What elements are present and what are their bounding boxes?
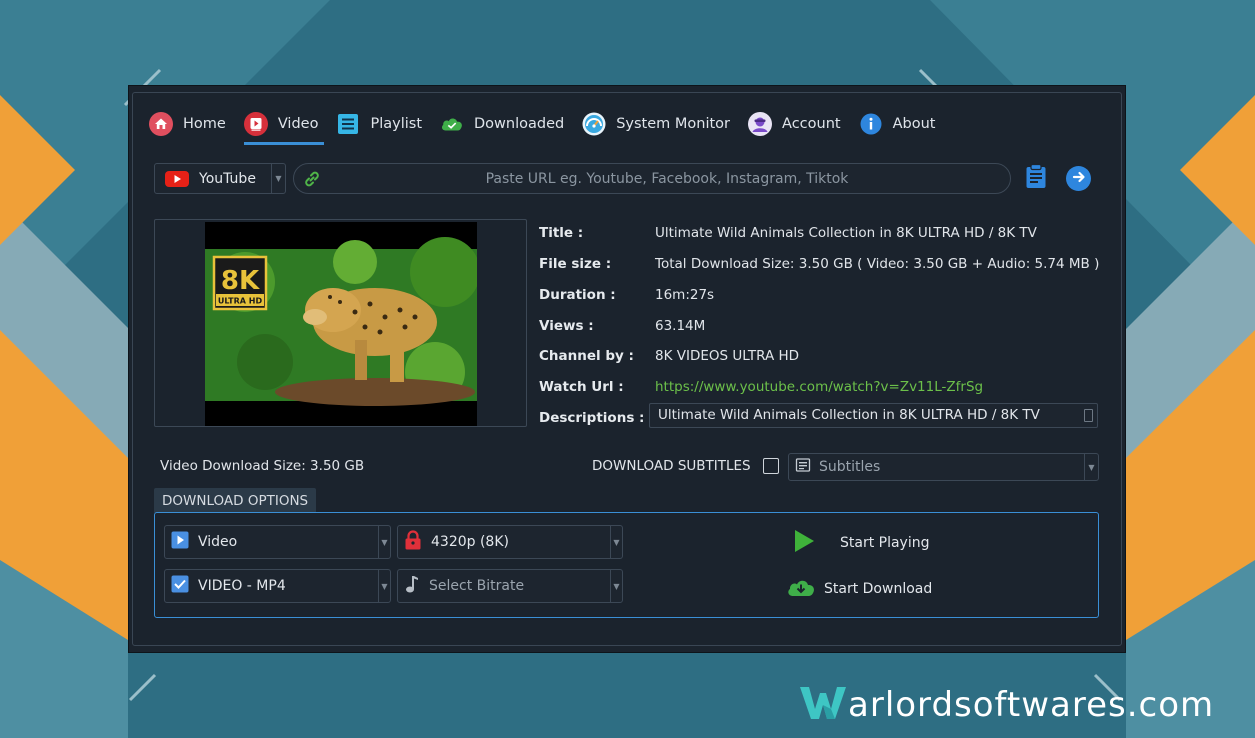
- cloud-icon: [440, 112, 464, 136]
- info-url-row: Watch Url : https://www.youtube.com/watc…: [539, 376, 983, 398]
- nav-downloaded[interactable]: Downloaded: [440, 107, 564, 141]
- nav-playlist[interactable]: Playlist: [336, 107, 422, 141]
- chevron-down-icon[interactable]: ▼: [271, 164, 285, 193]
- subtitles-checkbox[interactable]: [763, 458, 779, 474]
- nav-system-monitor[interactable]: System Monitor: [582, 107, 730, 141]
- resolution-select[interactable]: 4320p (8K) ▼: [397, 525, 623, 559]
- app-frame: Home Video Playlist Downloaded System Mo…: [132, 92, 1122, 646]
- badge-8k-text: 8K: [221, 266, 260, 296]
- start-playing-label: Start Playing: [840, 535, 930, 551]
- arrow-right-icon: [1072, 169, 1086, 188]
- size-value: Total Download Size: 3.50 GB ( Video: 3.…: [655, 256, 1100, 272]
- subtitles-label: DOWNLOAD SUBTITLES: [592, 458, 751, 474]
- desc-key: Descriptions :: [539, 410, 645, 426]
- chevron-down-icon[interactable]: ▼: [1084, 454, 1098, 480]
- duration-value: 16m:27s: [655, 287, 715, 303]
- scroll-icon[interactable]: [1084, 409, 1093, 422]
- chevron-down-icon[interactable]: ▼: [378, 526, 390, 558]
- play-icon: [792, 529, 816, 557]
- music-note-icon: [404, 574, 420, 598]
- title-key: Title :: [539, 225, 584, 241]
- info-title-row: Title : Ultimate Wild Animals Collection…: [539, 222, 1037, 244]
- bitrate-label: Select Bitrate: [429, 578, 525, 594]
- video-icon: [243, 112, 268, 136]
- nav-home-label: Home: [183, 116, 226, 132]
- watermark-logo: arlordsoftwares.com: [800, 684, 1214, 726]
- title-value: Ultimate Wild Animals Collection in 8K U…: [655, 225, 1037, 241]
- subtitles-icon: [795, 457, 811, 477]
- watch-url-link[interactable]: https://www.youtube.com/watch?v=Zv11L-Zf…: [655, 379, 983, 395]
- description-text: Ultimate Wild Animals Collection in 8K U…: [658, 407, 1040, 423]
- channel-key: Channel by :: [539, 348, 634, 364]
- info-duration-row: Duration : 16m:27s: [539, 284, 714, 306]
- media-type-select[interactable]: Video ▼: [164, 525, 391, 559]
- go-button[interactable]: [1066, 166, 1091, 191]
- video-thumbnail: 8K ULTRA HD: [205, 222, 477, 426]
- info-channel-row: Channel by : 8K VIDEOS ULTRA HD: [539, 345, 799, 367]
- subtitles-select-label: Subtitles: [819, 459, 881, 475]
- app-window: Home Video Playlist Downloaded System Mo…: [128, 85, 1126, 653]
- link-icon: [302, 169, 322, 193]
- format-label: VIDEO - MP4: [198, 578, 286, 594]
- bitrate-select[interactable]: Select Bitrate ▼: [397, 569, 623, 603]
- nav-about-label: About: [892, 116, 936, 132]
- badge-ultrahd-text: ULTRA HD: [218, 297, 263, 306]
- playlist-icon: [336, 112, 360, 136]
- download-options-panel: Video ▼ 4320p (8K) ▼ VIDEO - MP4 ▼ Selec…: [154, 512, 1099, 618]
- checkbox-icon: [171, 575, 189, 597]
- start-playing-button[interactable]: Start Playing: [792, 529, 930, 557]
- duration-key: Duration :: [539, 287, 616, 303]
- description-field[interactable]: Ultimate Wild Animals Collection in 8K U…: [649, 403, 1098, 428]
- source-select-label: YouTube: [199, 170, 256, 187]
- lock-icon: [404, 530, 422, 554]
- nav-system-monitor-label: System Monitor: [616, 116, 731, 132]
- nav-video-label: Video: [277, 116, 319, 132]
- paste-clipboard-button[interactable]: [1023, 163, 1049, 193]
- nav-downloaded-label: Downloaded: [474, 116, 565, 132]
- watch-url-key: Watch Url :: [539, 379, 624, 395]
- nav-home[interactable]: Home: [149, 107, 226, 141]
- main-nav: Home Video Playlist Downloaded System Mo…: [149, 107, 953, 145]
- gauge-icon: [582, 112, 606, 136]
- info-icon: [859, 112, 883, 136]
- subtitles-select[interactable]: Subtitles ▼: [788, 453, 1099, 481]
- nav-account[interactable]: Account: [748, 107, 841, 141]
- nav-account-label: Account: [782, 116, 841, 132]
- views-key: Views :: [539, 318, 594, 334]
- home-icon: [149, 112, 173, 136]
- play-square-icon: [171, 531, 189, 553]
- channel-value: 8K VIDEOS ULTRA HD: [655, 348, 800, 364]
- info-views-row: Views : 63.14M: [539, 315, 705, 337]
- chevron-down-icon[interactable]: ▼: [610, 570, 622, 602]
- youtube-icon: [165, 167, 189, 191]
- format-select[interactable]: VIDEO - MP4 ▼: [164, 569, 391, 603]
- chevron-down-icon[interactable]: ▼: [610, 526, 622, 558]
- size-key: File size :: [539, 256, 612, 272]
- start-download-button[interactable]: Start Download: [786, 576, 932, 602]
- download-options-tab: DOWNLOAD OPTIONS: [154, 488, 317, 513]
- video-download-size: Video Download Size: 3.50 GB: [160, 458, 365, 474]
- clipboard-icon: [1025, 163, 1047, 193]
- nav-playlist-label: Playlist: [370, 116, 423, 132]
- url-field[interactable]: [293, 163, 1011, 194]
- chevron-down-icon[interactable]: ▼: [378, 570, 390, 602]
- start-download-label: Start Download: [824, 581, 933, 597]
- views-value: 63.14M: [655, 318, 706, 334]
- w-logo-icon: [800, 685, 846, 725]
- source-select[interactable]: YouTube ▼: [154, 163, 286, 194]
- thumbnail-frame: 8K ULTRA HD: [154, 219, 527, 427]
- nav-video[interactable]: Video: [243, 107, 325, 145]
- url-input[interactable]: [294, 164, 1010, 193]
- nav-about[interactable]: About: [859, 107, 936, 141]
- media-type-label: Video: [198, 534, 238, 550]
- info-desc-row: Descriptions :: [539, 407, 655, 429]
- user-icon: [748, 112, 773, 136]
- cloud-download-icon: [786, 576, 816, 602]
- resolution-label: 4320p (8K): [431, 534, 509, 550]
- watermark-text: arlordsoftwares.com: [848, 685, 1215, 725]
- info-size-row: File size : Total Download Size: 3.50 GB…: [539, 253, 1099, 275]
